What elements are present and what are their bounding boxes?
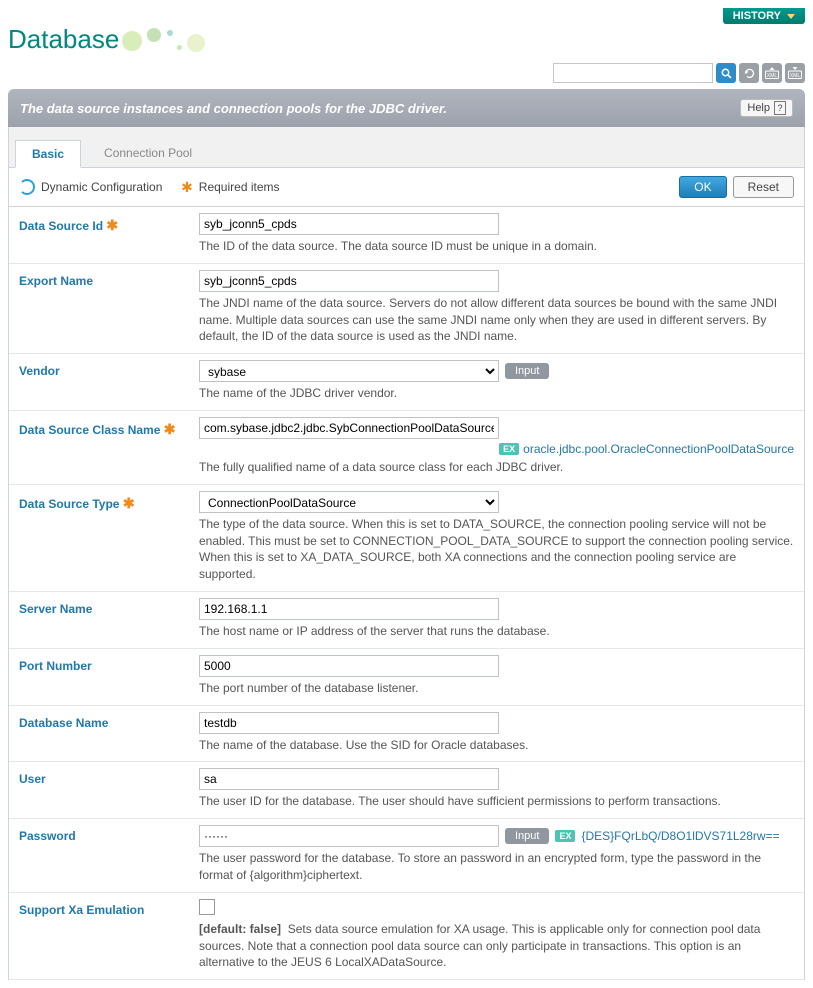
history-button[interactable]: HISTORY bbox=[723, 8, 805, 24]
page-title: Database bbox=[8, 24, 119, 55]
vendor-select[interactable]: sybase bbox=[199, 360, 499, 382]
chevron-down-icon bbox=[787, 14, 795, 19]
page-title-bar: Database bbox=[8, 24, 805, 55]
dynamic-config-icon bbox=[19, 179, 35, 195]
import-xml-icon[interactable]: XML bbox=[785, 63, 805, 83]
search-input[interactable] bbox=[553, 63, 713, 83]
label-support-xa: Support Xa Emulation bbox=[19, 899, 199, 971]
label-password: Password bbox=[19, 825, 199, 884]
tab-connection-pool[interactable]: Connection Pool bbox=[87, 139, 209, 167]
help-ds-type: The type of the data source. When this i… bbox=[199, 516, 794, 583]
label-ds-type: Data Source Type ✱ bbox=[19, 491, 199, 583]
export-xml-icon[interactable]: XML bbox=[762, 63, 782, 83]
toolbar: Dynamic Configuration ✱ Required items O… bbox=[8, 168, 805, 207]
help-export-name: The JNDI name of the data source. Server… bbox=[199, 295, 794, 345]
help-port-number: The port number of the database listener… bbox=[199, 680, 794, 697]
example-badge: EX bbox=[555, 830, 575, 842]
help-user: The user ID for the database. The user s… bbox=[199, 793, 794, 810]
help-button[interactable]: Help ? bbox=[740, 99, 793, 117]
support-xa-checkbox[interactable] bbox=[199, 899, 215, 915]
label-data-source-id: Data Source Id ✱ bbox=[19, 213, 199, 255]
reset-button[interactable]: Reset bbox=[733, 176, 794, 198]
port-number-input[interactable] bbox=[199, 655, 499, 677]
help-vendor: The name of the JDBC driver vendor. bbox=[199, 385, 794, 402]
vendor-input-button[interactable]: Input bbox=[505, 363, 549, 379]
required-star-icon: ✱ bbox=[106, 217, 118, 233]
svg-text:XML: XML bbox=[790, 73, 801, 79]
label-port-number: Port Number bbox=[19, 655, 199, 697]
label-user: User bbox=[19, 768, 199, 810]
history-label: HISTORY bbox=[733, 10, 781, 22]
example-ds-class: oracle.jdbc.pool.OracleConnectionPoolDat… bbox=[523, 442, 794, 456]
dynamic-config-label: Dynamic Configuration bbox=[41, 180, 162, 194]
form: Data Source Id ✱ The ID of the data sour… bbox=[8, 207, 805, 980]
tab-basic[interactable]: Basic bbox=[15, 140, 81, 168]
panel-header: The data source instances and connection… bbox=[8, 89, 805, 127]
password-input-button[interactable]: Input bbox=[505, 828, 549, 844]
required-star-icon: ✱ bbox=[181, 179, 193, 196]
help-password: The user password for the database. To s… bbox=[199, 850, 794, 884]
database-name-input[interactable] bbox=[199, 712, 499, 734]
refresh-icon[interactable] bbox=[739, 63, 759, 83]
user-input[interactable] bbox=[199, 768, 499, 790]
label-database-name: Database Name bbox=[19, 712, 199, 754]
help-data-source-id: The ID of the data source. The data sour… bbox=[199, 238, 794, 255]
password-input[interactable] bbox=[199, 825, 499, 847]
help-ds-class-name: The fully qualified name of a data sourc… bbox=[199, 459, 794, 476]
server-name-input[interactable] bbox=[199, 598, 499, 620]
label-ds-class-name: Data Source Class Name ✱ bbox=[19, 417, 199, 476]
required-star-icon: ✱ bbox=[123, 495, 135, 511]
svg-text:XML: XML bbox=[767, 73, 778, 79]
help-database-name: The name of the database. Use the SID fo… bbox=[199, 737, 794, 754]
tabs: Basic Connection Pool bbox=[8, 127, 805, 168]
help-server-name: The host name or IP address of the serve… bbox=[199, 623, 794, 640]
panel-description: The data source instances and connection… bbox=[20, 101, 447, 116]
data-source-id-input[interactable] bbox=[199, 213, 499, 235]
ds-class-name-input[interactable] bbox=[199, 417, 499, 439]
export-name-input[interactable] bbox=[199, 270, 499, 292]
question-icon: ? bbox=[774, 101, 786, 115]
required-items-label: Required items bbox=[199, 180, 280, 194]
example-password: {DES}FQrLbQ/D8O1lDVS71L28rw== bbox=[581, 829, 779, 843]
help-support-xa: [default: false] Sets data source emulat… bbox=[199, 921, 794, 971]
decorative-dots bbox=[127, 25, 207, 55]
ok-button[interactable]: OK bbox=[679, 176, 726, 198]
label-server-name: Server Name bbox=[19, 598, 199, 640]
required-star-icon: ✱ bbox=[164, 421, 176, 437]
ds-type-select[interactable]: ConnectionPoolDataSource bbox=[199, 491, 499, 513]
label-vendor: Vendor bbox=[19, 360, 199, 402]
example-badge: EX bbox=[499, 443, 519, 455]
label-export-name: Export Name bbox=[19, 270, 199, 345]
search-icon[interactable] bbox=[716, 63, 736, 83]
